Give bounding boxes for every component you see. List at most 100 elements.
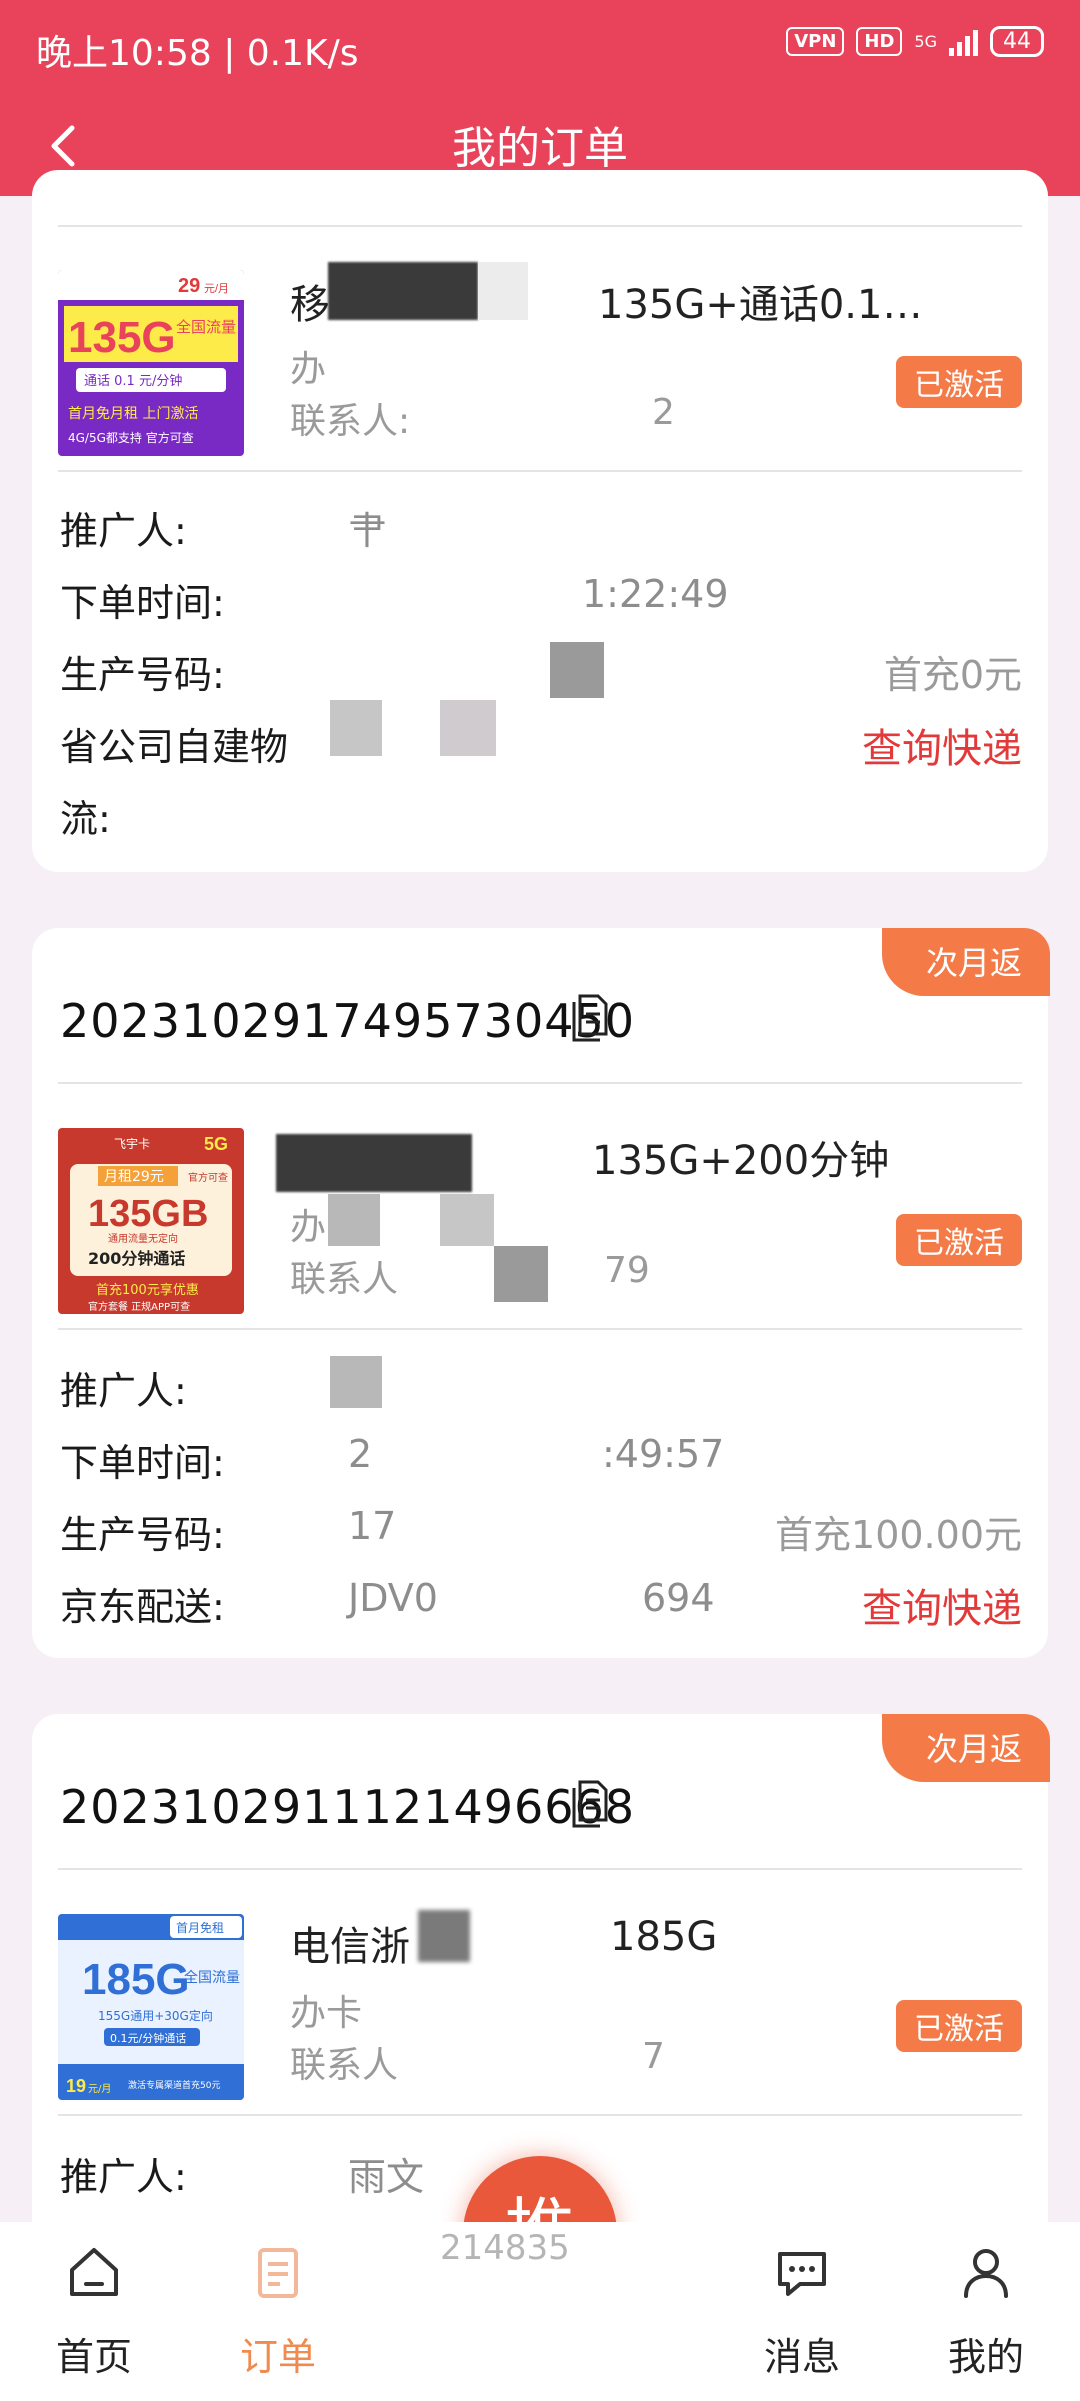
tab-home[interactable]: 首页 — [24, 2242, 164, 2381]
next-month-rebate-tag: 次月返 — [881, 928, 1050, 996]
promoter-label: 推广人: — [60, 2155, 187, 2199]
thumb-price: 19 — [66, 2076, 86, 2096]
thumb-rent: 月租29元 — [104, 1169, 164, 1185]
redacted-block — [550, 642, 604, 698]
thumb-official: 官方可查 — [188, 1171, 228, 1184]
tab-label: 我的 — [947, 2335, 1024, 2379]
tab-label: 首页 — [55, 2335, 132, 2379]
status-badge: 已激活 — [896, 2000, 1022, 2052]
status-badge: 已激活 — [896, 1214, 1022, 1266]
production-number-label: 生产号码: — [60, 653, 225, 697]
tab-messages[interactable]: 消息 — [732, 2242, 872, 2381]
track-express-link[interactable]: 查询快递 — [862, 716, 1022, 774]
thumb-side: 全国流量 — [184, 1969, 240, 1986]
thumb-promo: 首充100元享优惠 — [96, 1282, 199, 1298]
product-name: 135G+通话0.1… — [598, 282, 923, 328]
redacted-block — [328, 1194, 380, 1246]
bottom-tab-bar: 214835 首页 订单 消息 我的 — [0, 2222, 1080, 2401]
thumb-sub1: 通用流量无定向 — [108, 1232, 178, 1245]
vpn-icon: VPN — [786, 27, 845, 56]
order-time-value: 1:22:49 — [582, 572, 729, 616]
thumb-promo-text: 首月免月租 上门激活 — [68, 405, 198, 422]
divider — [58, 1082, 1022, 1084]
product-name: 135G+200分钟 — [592, 1138, 890, 1184]
signal-icon — [949, 28, 978, 56]
redacted-block — [440, 700, 496, 756]
redacted-block — [330, 700, 382, 756]
status-badge: 已激活 — [896, 356, 1022, 408]
jd-delivery-label: 京东配送: — [60, 1585, 225, 1629]
status-icons: VPN HD 5G 44 — [786, 26, 1044, 57]
order-number: 20231029111214966​68 — [60, 1780, 636, 1834]
promoter-label: 推广人: — [60, 1369, 187, 1413]
order-time-label: 下单时间: — [60, 581, 225, 625]
copy-icon[interactable] — [566, 1776, 614, 1828]
delivery-number-end: 694 — [642, 1576, 715, 1620]
thumb-big-text: 135GB — [88, 1193, 208, 1235]
order-card[interactable]: 29 元/月 135G 全国流量 通话 0.1 元/分钟 首月免月租 上门激活 … — [32, 170, 1048, 872]
divider — [58, 225, 1022, 227]
redacted-block — [330, 1356, 382, 1408]
redacted-block — [440, 1194, 494, 1246]
product-thumbnail: 飞宇卡 5G 月租29元 官方可查 135GB 通用流量无定向 200分钟通话 … — [58, 1128, 244, 1314]
orders-icon — [258, 2248, 298, 2298]
thumb-sub2: 0.1元/分钟通话 — [110, 2031, 186, 2045]
promoter-label: 推广人: — [60, 509, 187, 553]
delivery-number-start: JDV0 — [348, 1576, 438, 1620]
product-name-prefix: 移 — [290, 282, 330, 328]
thumb-sub1: 155G通用+30G定向 — [98, 2008, 213, 2023]
promoter-value: 肀 — [348, 509, 387, 553]
tab-orders[interactable]: 订单 — [208, 2242, 348, 2381]
message-icon — [778, 2252, 826, 2296]
tab-label: 订单 — [239, 2335, 316, 2379]
copy-icon[interactable] — [566, 990, 614, 1042]
product-name-start: 电信浙 — [290, 1924, 410, 1970]
order-number: 20231029174957304​50 — [60, 994, 636, 1048]
divider — [58, 1868, 1022, 1870]
contact-value: 2 — [652, 392, 675, 433]
contact-label: 联系人: — [290, 401, 411, 442]
status-time: 晚上10:58 | 0.1K/s — [36, 33, 359, 74]
thumb-price-unit: 元/月 — [88, 2083, 111, 2095]
status-bar: 晚上10:58 | 0.1K/s VPN HD 5G 44 — [0, 0, 1080, 96]
thumb-price: 29 — [178, 275, 200, 297]
thumb-sub2: 200分钟通话 — [88, 1249, 185, 1268]
product-thumbnail: 29 元/月 135G 全国流量 通话 0.1 元/分钟 首月免月租 上门激活 … — [58, 270, 244, 456]
thumb-big-text: 135G — [68, 313, 176, 362]
user-icon — [964, 2249, 1008, 2298]
page-title: 我的订单 — [452, 123, 628, 174]
divider — [58, 2114, 1022, 2116]
redacted-block — [494, 1246, 548, 1302]
divider — [58, 470, 1022, 472]
production-number-value: 17 — [348, 1504, 397, 1548]
product-thumbnail: 首月免租 185G 全国流量 155G通用+30G定向 0.1元/分钟通话 19… — [58, 1914, 244, 2100]
promoter-value: 雨文 — [348, 2155, 425, 2199]
track-express-link[interactable]: 查询快递 — [862, 1576, 1022, 1634]
contact-label: 联系人 — [290, 2045, 399, 2086]
production-number-label: 生产号码: — [60, 1513, 225, 1557]
contact-label: 联系人 — [290, 1259, 399, 1300]
contact-value: 79 — [604, 1250, 650, 1291]
redacted-block — [418, 1910, 470, 1962]
product-name: 185G — [610, 1914, 718, 1960]
home-icon — [70, 2248, 118, 2296]
redacted-block — [276, 1134, 472, 1192]
hd-icon: HD — [856, 27, 903, 56]
thumb-foot: 激活专属渠道首充50元 — [128, 2079, 220, 2091]
handler-text: 办卡 — [290, 1993, 363, 2034]
contact-value: 7 — [642, 2036, 665, 2077]
thumb-corner: 首月免租 — [176, 1920, 224, 1935]
order-card[interactable]: 次月返 20231029174957304​50 飞宇卡 5G 月租29元 官方… — [32, 928, 1050, 1658]
order-time-label: 下单时间: — [60, 1441, 225, 1485]
thumb-call-text: 通话 0.1 元/分钟 — [84, 373, 182, 389]
network-label: 5G — [914, 31, 937, 51]
thumb-price-unit: 元/月 — [204, 283, 229, 295]
redacted-block — [478, 262, 528, 320]
logistics-label: 省公司自建物 — [60, 725, 289, 769]
handler-text: 办 — [290, 1207, 327, 1248]
thumb-side-text: 全国流量 — [176, 318, 236, 336]
tab-label: 消息 — [763, 2335, 840, 2379]
order-time-value-start: 2 — [348, 1432, 373, 1476]
tab-profile[interactable]: 我的 — [916, 2242, 1056, 2381]
thumb-brand: 飞宇卡 — [114, 1137, 150, 1151]
